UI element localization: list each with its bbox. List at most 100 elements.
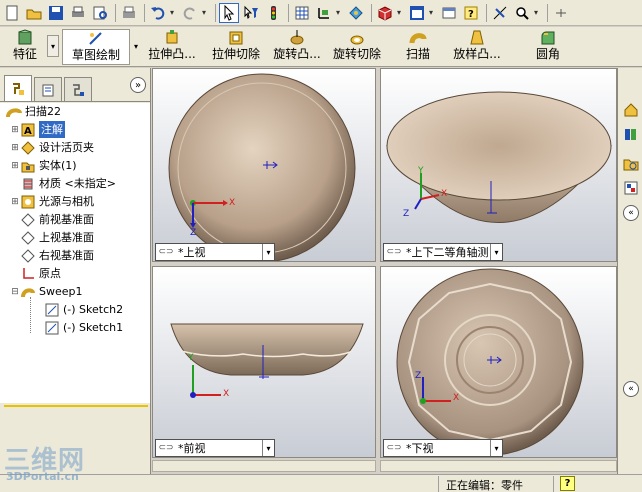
revolve-cut-button[interactable]: 旋转切除 [332,29,382,65]
design-library-icon[interactable] [621,124,641,144]
feature-tab-label: 特征 [12,47,37,61]
tree-item-label: (-) Sketch1 [63,321,124,334]
view-name-top-left[interactable]: ⊂⊃ *上视 ▾ [155,243,275,261]
tree-expander-icon[interactable]: ⊞ [10,125,20,135]
redo-icon[interactable] [180,3,200,23]
fillet-button[interactable]: 圆角 [534,29,562,65]
tree-item[interactable]: ⊞ 光源与相机 [10,193,94,210]
sketch-tab-button[interactable]: 草图绘制 [62,29,130,65]
view-dropdown[interactable]: ▾ [429,8,437,17]
tree-root[interactable]: 扫描22 [6,103,61,120]
standard-toolbar: ▾ ▾ ▾ ▾ ▾ ? ▾ [0,0,642,26]
print-icon-2[interactable] [119,3,139,23]
solid-bodies-icon [20,159,36,173]
feature-manager-tab[interactable] [4,75,32,101]
toolbar-overflow-icon[interactable] [551,3,571,23]
tree-expander-icon[interactable]: ⊞ [10,197,20,207]
undo-dropdown[interactable]: ▾ [170,8,178,17]
sweep-icon [20,285,36,299]
display-style-icon[interactable] [375,3,395,23]
zoom-icon[interactable] [512,3,532,23]
redo-dropdown[interactable]: ▾ [202,8,210,17]
coordinate-dropdown[interactable]: ▾ [336,8,344,17]
view-dropdown-arrow[interactable]: ▾ [490,244,502,260]
tree-expander-icon[interactable]: ⊟ [10,287,20,297]
loft-boss-label: 放样凸... [453,47,501,61]
panel-collapse-icon[interactable]: » [130,77,146,93]
tree-expander-icon[interactable]: ⊞ [10,161,20,171]
revolve-boss-button[interactable]: 旋转凸... [268,29,326,65]
options-icon[interactable] [292,3,312,23]
toolbar-window-icon[interactable] [439,3,459,23]
view-palette-icon[interactable] [621,178,641,198]
material-icon [20,177,36,191]
view-name-bottom-right[interactable]: ⊂⊃ *下视 ▾ [383,439,503,457]
view-name-text: *前视 [178,442,206,455]
tree-item[interactable]: 右视基准面 [10,247,94,264]
horizontal-scrollbar-left[interactable] [152,460,376,472]
view-orientation-icon[interactable] [346,3,366,23]
tree-item[interactable]: ⊞ A 注解 [10,121,65,138]
print-icon[interactable] [68,3,88,23]
new-icon[interactable] [2,3,22,23]
viewport-top-right[interactable]: Y X Z ⊂⊃ *上下二等角轴测 ▾ [380,68,617,262]
task-pane: « « [617,68,642,474]
axis-z-label: Z [403,209,410,219]
feature-tab-dropdown[interactable]: ▾ [47,35,59,57]
origin-icon [20,267,36,281]
rollback-bar[interactable] [4,405,148,407]
coordinate-icon[interactable] [314,3,334,23]
sweep-button[interactable]: 扫描 [404,29,432,65]
extrude-boss-button[interactable]: 拉伸凸... [146,29,198,65]
sketch-tab-dropdown[interactable]: ▾ [130,35,142,57]
view-dropdown-arrow[interactable]: ▾ [262,440,274,456]
tree-item-label: (-) Sketch2 [63,303,124,316]
axis-x-label: X [453,393,460,403]
extrude-boss-icon [163,29,181,47]
status-help-icon[interactable]: ? [560,476,575,491]
tree-item[interactable]: 材质 <未指定> [10,175,116,192]
print-preview-icon[interactable] [90,3,110,23]
view-name-top-right[interactable]: ⊂⊃ *上下二等角轴测 ▾ [383,243,503,261]
viewport-top-left[interactable]: X Z ⊂⊃ *上视 ▾ [152,68,376,262]
file-explorer-icon[interactable] [621,154,641,174]
tree-item[interactable]: ⊞ 设计活页夹 [10,139,94,156]
view-icon[interactable] [407,3,427,23]
tree-item[interactable]: ⊟ Sweep1 [10,283,82,300]
select-icon[interactable] [219,2,239,23]
tree-item[interactable]: (-) Sketch2 [44,301,123,318]
zoom-dropdown[interactable]: ▾ [534,8,542,17]
tree-item[interactable]: (-) Sketch1 [44,319,123,336]
tree-item[interactable]: ⊞ 实体(1) [10,157,77,174]
extrude-cut-button[interactable]: 拉伸切除 [210,29,262,65]
viewport-splitter-horizontal[interactable] [152,262,617,266]
tree-item[interactable]: 上视基准面 [10,229,94,246]
open-icon[interactable] [24,3,44,23]
undo-icon[interactable] [148,3,168,23]
view-dropdown-arrow[interactable]: ▾ [262,244,274,260]
tree-item[interactable]: 原点 [10,265,61,282]
smart-dimension-icon[interactable] [490,3,510,23]
watermark-url-text: 3DPortal.cn [6,470,79,483]
viewport-bottom-right[interactable]: Z X ⊂⊃ *下视 ▾ [380,266,617,458]
configuration-manager-tab[interactable] [64,77,92,101]
tree-connector-line [30,297,31,333]
rebuild-icon[interactable] [263,3,283,23]
view-name-bottom-left[interactable]: ⊂⊃ *前视 ▾ [155,439,275,457]
resources-icon[interactable] [621,100,641,120]
feature-tab-button[interactable]: 特征 [4,29,46,65]
horizontal-scrollbar-right[interactable] [380,460,617,472]
save-icon[interactable] [46,3,66,23]
loft-boss-button[interactable]: 放样凸... [451,29,503,65]
property-manager-tab[interactable] [34,77,62,101]
task-pane-expand-icon[interactable]: « [623,381,639,397]
tree-item[interactable]: 前视基准面 [10,211,94,228]
viewport-bottom-left[interactable]: Y X ⊂⊃ *前视 ▾ [152,266,376,458]
select-filter-icon[interactable] [241,3,261,23]
task-pane-collapse-icon[interactable]: « [623,205,639,221]
tree-expander-icon[interactable]: ⊞ [10,143,20,153]
help-icon[interactable]: ? [461,3,481,23]
display-style-dropdown[interactable]: ▾ [397,8,405,17]
toolbar-separator [115,3,116,22]
view-dropdown-arrow[interactable]: ▾ [490,440,502,456]
